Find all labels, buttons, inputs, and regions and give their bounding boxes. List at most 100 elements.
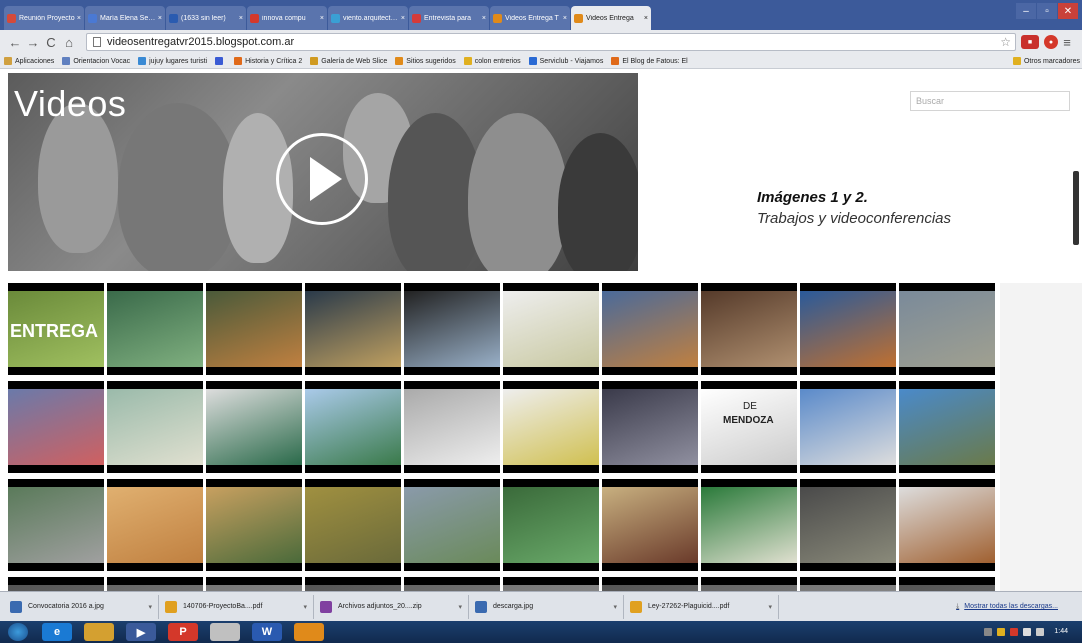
bookmark-item[interactable]: Sitios sugeridos [395, 57, 456, 65]
reload-button[interactable]: C [42, 35, 60, 50]
flag-icon[interactable] [997, 628, 1006, 636]
download-item[interactable]: Archivos adjuntos_20....zip ▾ [314, 594, 469, 619]
video-thumbnail[interactable] [899, 381, 995, 473]
video-thumbnail[interactable] [8, 479, 104, 571]
taskbar-app-icon[interactable]: ▶ [126, 623, 156, 641]
browser-tab[interactable]: Entrevista para × [409, 6, 489, 30]
chevron-down-icon[interactable]: ▾ [303, 603, 307, 611]
taskbar-app-icon[interactable] [84, 623, 114, 641]
video-thumbnail[interactable] [305, 577, 401, 591]
video-thumbnail[interactable] [602, 577, 698, 591]
minimize-button[interactable]: – [1016, 3, 1036, 19]
tray-icon[interactable] [984, 628, 993, 636]
bookmark-item[interactable]: Galería de Web Slice [310, 57, 387, 65]
volume-icon[interactable] [1036, 628, 1045, 636]
video-thumbnail[interactable] [503, 381, 599, 473]
video-thumbnail[interactable] [206, 381, 302, 473]
browser-tab[interactable]: viento.arquitectura × [328, 6, 408, 30]
home-button[interactable]: ⌂ [60, 35, 78, 50]
video-thumbnail[interactable] [503, 577, 599, 591]
tab-close-icon[interactable]: × [77, 15, 81, 22]
taskbar-app-icon[interactable]: e [42, 623, 72, 641]
tab-close-icon[interactable]: × [158, 15, 162, 22]
video-thumbnail[interactable] [305, 479, 401, 571]
video-thumbnail[interactable] [8, 577, 104, 591]
clock[interactable]: 1:44 [1054, 628, 1068, 636]
video-thumbnail[interactable] [404, 381, 500, 473]
video-thumbnail[interactable] [107, 381, 203, 473]
download-item[interactable]: descarga.jpg ▾ [469, 594, 624, 619]
bookmark-item[interactable]: jujuy lugares turisti [138, 57, 207, 65]
video-thumbnail[interactable] [404, 577, 500, 591]
video-thumbnail[interactable] [899, 479, 995, 571]
bookmark-star-icon[interactable]: ☆ [1000, 35, 1011, 49]
browser-tab[interactable]: Reunión Proyecto × [4, 6, 84, 30]
search-input[interactable] [910, 91, 1070, 111]
network-icon[interactable] [1023, 628, 1032, 636]
video-thumbnail[interactable] [800, 283, 896, 375]
video-thumbnail[interactable] [800, 479, 896, 571]
chevron-down-icon[interactable]: ▾ [458, 603, 462, 611]
tab-close-icon[interactable]: × [644, 15, 648, 22]
chevron-down-icon[interactable]: ▾ [768, 603, 772, 611]
tab-close-icon[interactable]: × [563, 15, 567, 22]
video-thumbnail[interactable] [701, 577, 797, 591]
page-scrollbar[interactable] [1073, 171, 1079, 245]
bookmark-item[interactable]: El Blog de Fatous: El [611, 57, 688, 65]
video-thumbnail[interactable] [404, 283, 500, 375]
browser-tab[interactable]: María Elena Serra × [85, 6, 165, 30]
tab-close-icon[interactable]: × [320, 15, 324, 22]
download-item[interactable]: 140706-ProyectoBa....pdf ▾ [159, 594, 314, 619]
other-bookmarks[interactable]: Otros marcadores [1012, 57, 1080, 65]
bookmark-item[interactable]: colon entrerios [463, 57, 521, 65]
video-thumbnail[interactable] [107, 283, 203, 375]
maximize-button[interactable]: ▫ [1037, 3, 1057, 19]
video-thumbnail[interactable] [800, 381, 896, 473]
video-thumbnail[interactable] [305, 381, 401, 473]
tab-close-icon[interactable]: × [482, 15, 486, 22]
browser-tab[interactable]: Videos Entrega T × [490, 6, 570, 30]
video-thumbnail[interactable] [107, 479, 203, 571]
bookmark-item[interactable]: Serviclub - Viajamos [528, 57, 603, 65]
bookmark-item[interactable]: Historia y Crítica 2 [234, 57, 302, 65]
start-button[interactable] [8, 623, 28, 641]
download-item[interactable]: Convocatoria 2016 a.jpg ▾ [4, 594, 159, 619]
download-item[interactable]: Ley-27262-Plaguicid....pdf ▾ [624, 594, 779, 619]
taskbar-app-icon[interactable]: P [168, 623, 198, 641]
browser-tab[interactable]: innova compu × [247, 6, 327, 30]
play-button[interactable] [276, 133, 368, 225]
video-thumbnail[interactable] [206, 577, 302, 591]
close-window-button[interactable]: ✕ [1058, 3, 1078, 19]
video-thumbnail[interactable] [8, 381, 104, 473]
video-thumbnail[interactable] [701, 283, 797, 375]
video-thumbnail[interactable] [404, 479, 500, 571]
tab-close-icon[interactable]: × [239, 15, 243, 22]
bookmark-item[interactable] [215, 57, 226, 65]
bookmark-item[interactable]: Orientacion Vocac [62, 57, 130, 65]
browser-tab[interactable]: (1633 sin leer) × [166, 6, 246, 30]
video-thumbnail[interactable] [602, 381, 698, 473]
video-thumbnail[interactable] [800, 577, 896, 591]
video-thumbnail[interactable] [206, 283, 302, 375]
video-thumbnail[interactable]: ENTREGA [8, 283, 104, 375]
video-thumbnail[interactable] [899, 283, 995, 375]
hero-video[interactable]: Videos [8, 73, 638, 271]
chevron-down-icon[interactable]: ▾ [148, 603, 152, 611]
taskbar-app-icon[interactable] [210, 623, 240, 641]
video-thumbnail[interactable] [503, 283, 599, 375]
tray-icon[interactable] [1010, 628, 1019, 636]
back-button[interactable]: ← [6, 35, 24, 50]
show-all-downloads-link[interactable]: ⤓ Mostrar todas las descargas... [956, 603, 1058, 611]
video-thumbnail[interactable] [701, 479, 797, 571]
video-thumbnail[interactable] [503, 479, 599, 571]
forward-button[interactable]: → [24, 35, 42, 50]
video-thumbnail[interactable] [899, 577, 995, 591]
video-thumbnail[interactable] [206, 479, 302, 571]
tab-close-icon[interactable]: × [401, 15, 405, 22]
video-thumbnail[interactable] [305, 283, 401, 375]
browser-tab[interactable]: Videos Entrega × [571, 6, 651, 30]
video-thumbnail[interactable] [602, 283, 698, 375]
menu-icon[interactable]: ≡ [1058, 35, 1076, 50]
video-thumbnail[interactable] [602, 479, 698, 571]
adblock-extension-icon[interactable]: ■ [1021, 35, 1039, 49]
